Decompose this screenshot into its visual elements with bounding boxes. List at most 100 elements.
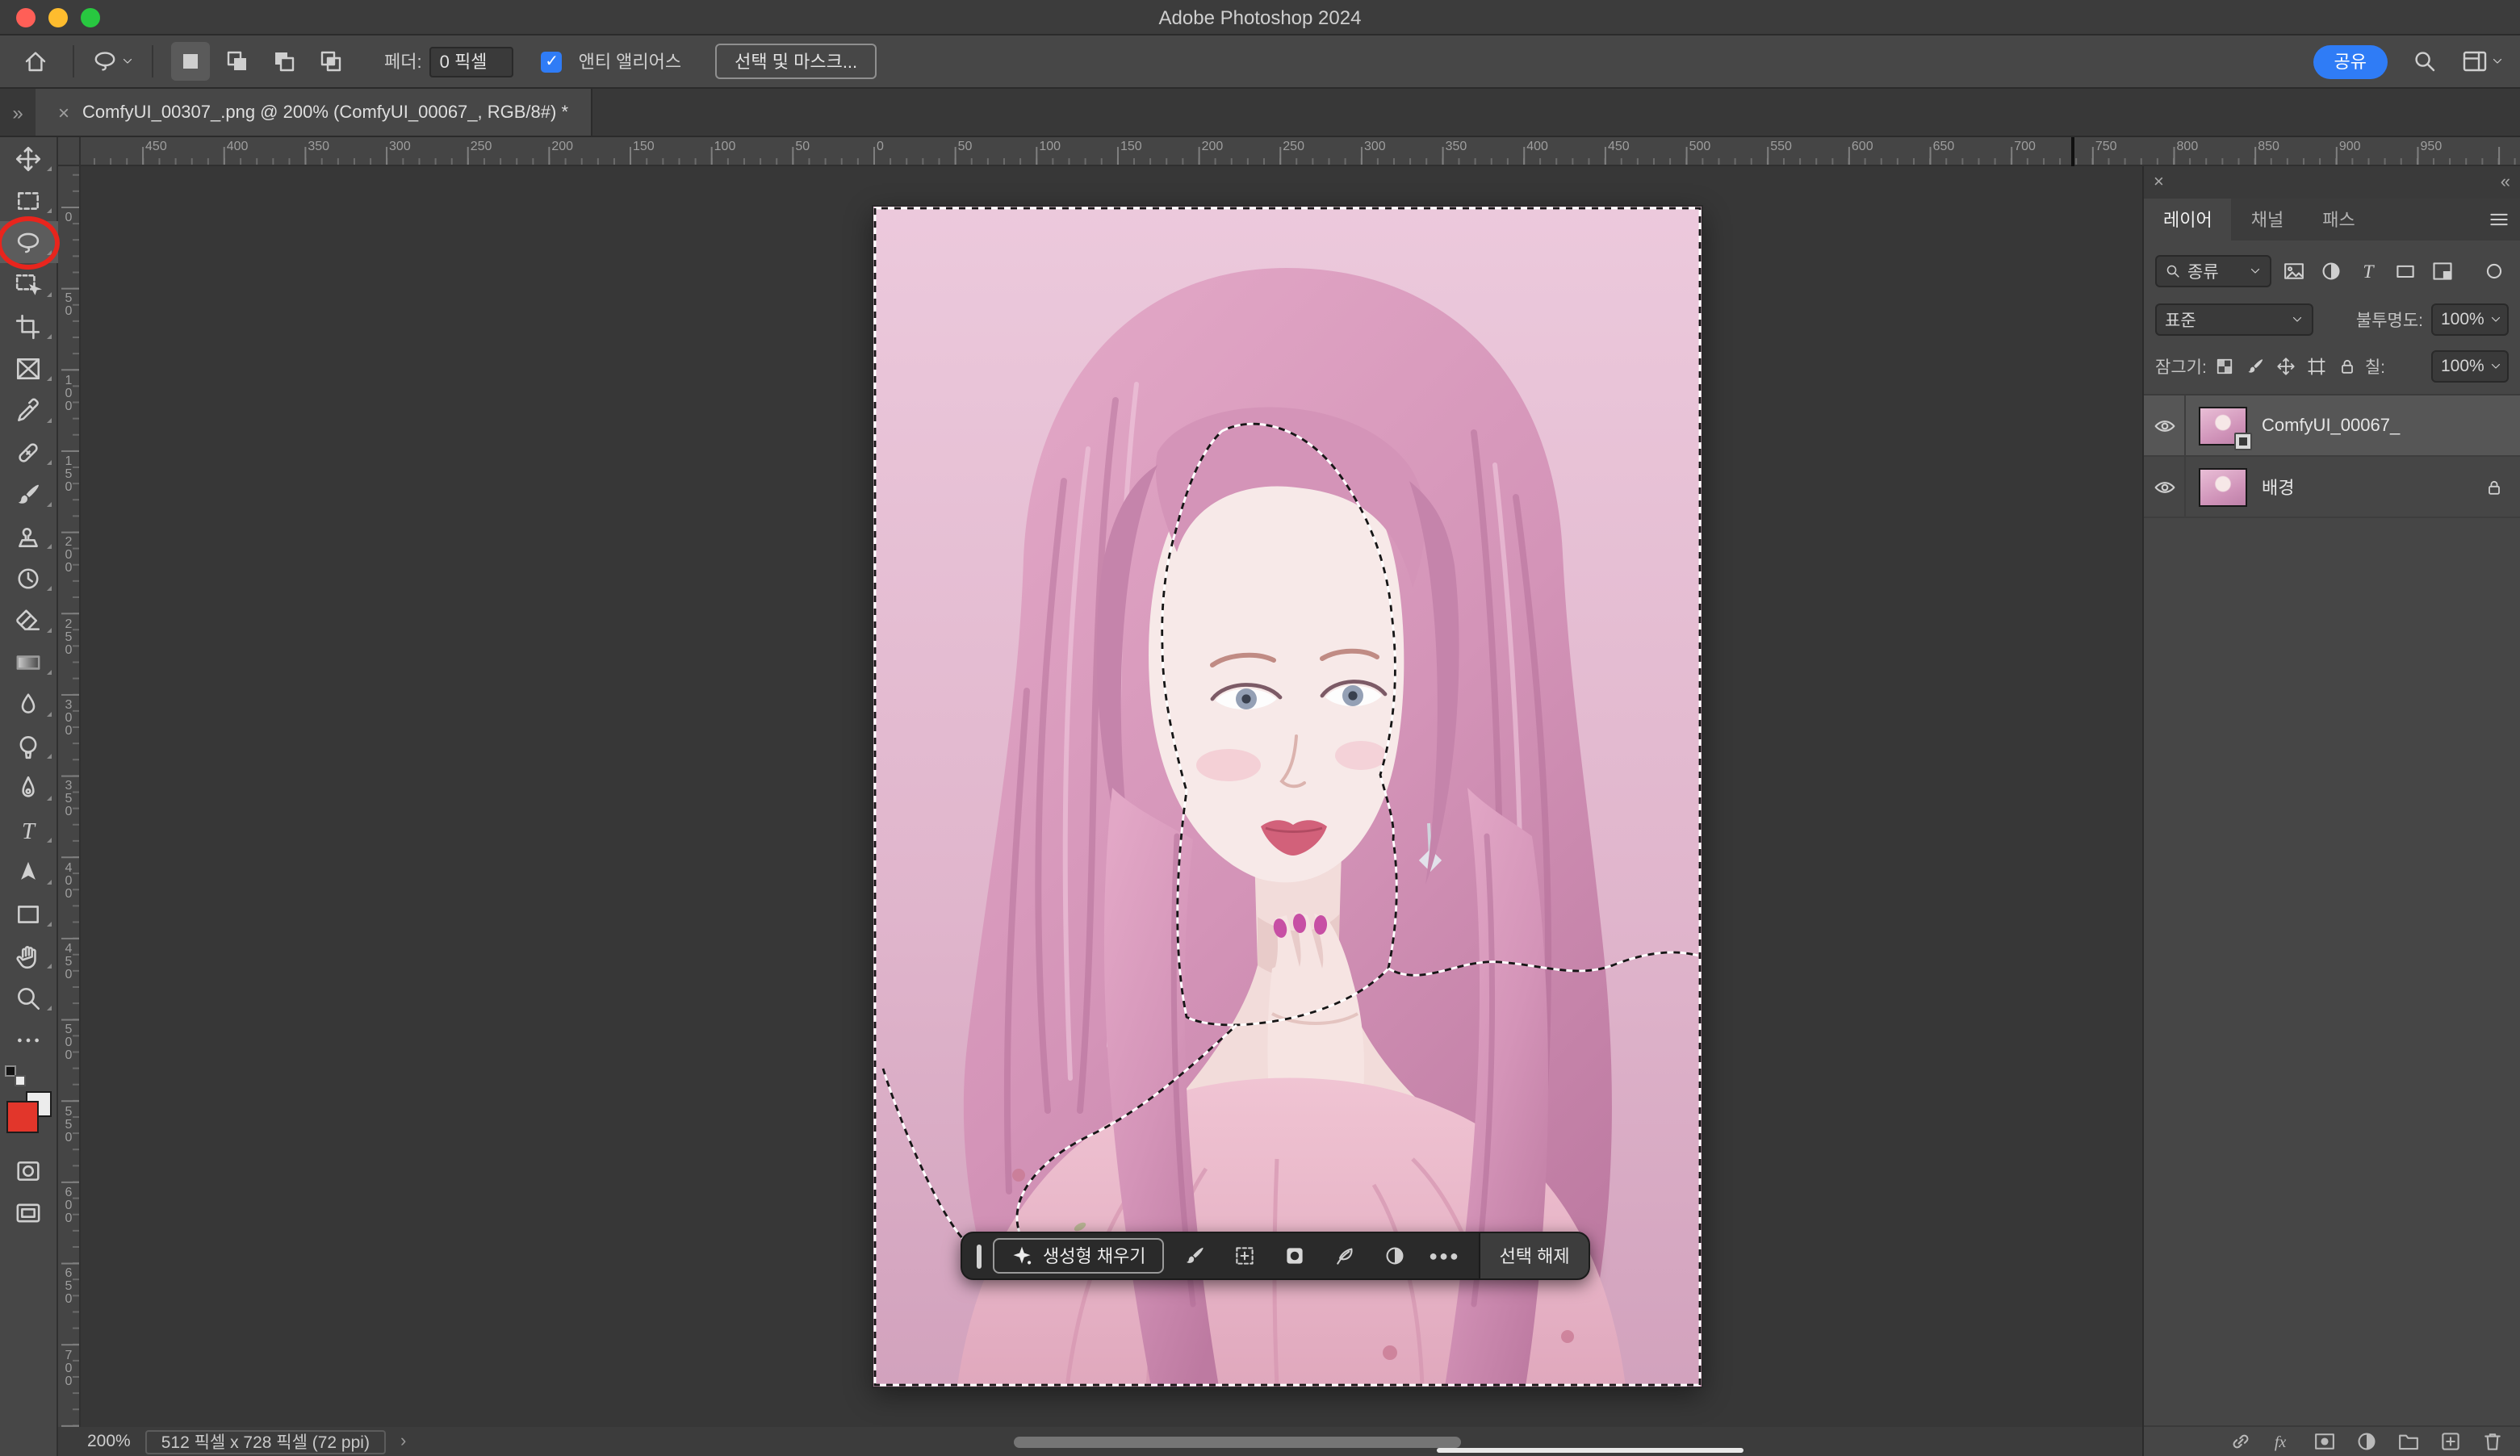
rectangular-marquee-tool[interactable]: [0, 179, 57, 221]
current-tool-preset-button[interactable]: [92, 42, 134, 81]
status-chevron-icon[interactable]: ›: [400, 1432, 406, 1451]
link-layers-button[interactable]: [2226, 1428, 2254, 1455]
layer-thumbnail[interactable]: [2199, 467, 2247, 506]
tab-paths[interactable]: 패스: [2303, 199, 2375, 241]
filter-toggle-button[interactable]: [2478, 256, 2509, 287]
layer-row-comfyui[interactable]: ComfyUI_00067_: [2144, 395, 2520, 457]
spot-healing-tool[interactable]: [0, 431, 57, 473]
horizontal-scrollbar[interactable]: [1014, 1437, 1461, 1448]
taskbar-drag-handle[interactable]: [977, 1244, 982, 1268]
zoom-tool[interactable]: [0, 977, 57, 1019]
blur-tool[interactable]: [0, 683, 57, 725]
pen-tool[interactable]: [0, 767, 57, 809]
invert-selection-button[interactable]: [1375, 1236, 1414, 1275]
color-swatches[interactable]: [0, 1065, 57, 1149]
generative-fill-button[interactable]: 생성형 채우기: [993, 1238, 1164, 1274]
hand-tool[interactable]: [0, 935, 57, 977]
lock-all-button[interactable]: [2334, 353, 2360, 380]
selection-mode-add-button[interactable]: [218, 42, 257, 81]
layer-name[interactable]: ComfyUI_00067_: [2262, 416, 2400, 435]
rectangle-tool[interactable]: [0, 893, 57, 935]
lock-position-button[interactable]: [2273, 353, 2299, 380]
feather-input[interactable]: 0 픽셀: [430, 46, 514, 77]
layer-row-background[interactable]: 배경: [2144, 457, 2520, 518]
workspace-switcher-button[interactable]: [2462, 42, 2504, 81]
selection-mode-new-button[interactable]: [171, 42, 210, 81]
select-and-mask-button[interactable]: 선택 및 마스크...: [715, 44, 877, 79]
panel-menu-button[interactable]: [2478, 199, 2520, 241]
quick-mask-button[interactable]: [0, 1149, 57, 1191]
zoom-level[interactable]: 200%: [87, 1432, 131, 1451]
share-button[interactable]: 공유: [2313, 44, 2388, 78]
panel-collapse-icon[interactable]: «: [2501, 173, 2510, 192]
fill-select[interactable]: 100%: [2431, 350, 2509, 383]
blend-mode-select[interactable]: 표준: [2155, 303, 2313, 336]
screen-mode-button[interactable]: [0, 1191, 57, 1233]
lasso-tool[interactable]: [0, 221, 57, 263]
eraser-tool[interactable]: [0, 599, 57, 641]
delete-layer-button[interactable]: [2478, 1428, 2505, 1455]
history-brush-tool[interactable]: [0, 557, 57, 599]
brush-selection-button[interactable]: [1175, 1236, 1214, 1275]
crop-tool[interactable]: [0, 305, 57, 347]
selection-mode-subtract-button[interactable]: [265, 42, 303, 81]
filter-adjustment-layers-button[interactable]: [2315, 256, 2346, 287]
filter-type-layers-button[interactable]: T: [2352, 256, 2383, 287]
tab-overflow-chevrons[interactable]: »: [0, 89, 36, 136]
clone-stamp-tool[interactable]: [0, 515, 57, 557]
lock-artboard-button[interactable]: [2304, 353, 2330, 380]
horizontal-ruler[interactable]: 4504003503002502001501005005010015020025…: [58, 137, 2520, 166]
close-window-button[interactable]: [16, 7, 36, 27]
frame-tool[interactable]: [0, 347, 57, 389]
minimize-window-button[interactable]: [48, 7, 68, 27]
antialias-checkbox[interactable]: ✓: [542, 51, 563, 72]
panel-close-icon[interactable]: ×: [2154, 173, 2164, 192]
new-adjustment-layer-button[interactable]: [2352, 1428, 2380, 1455]
tab-layers[interactable]: 레이어: [2144, 199, 2232, 241]
selection-mode-intersect-button[interactable]: [312, 42, 350, 81]
object-selection-tool[interactable]: [0, 263, 57, 305]
path-selection-tool[interactable]: [0, 851, 57, 893]
new-group-button[interactable]: [2394, 1428, 2422, 1455]
lock-pixels-button[interactable]: [2242, 353, 2268, 380]
gradient-tool[interactable]: [0, 641, 57, 683]
filter-kind-dropdown[interactable]: 종류: [2155, 255, 2271, 287]
document-canvas[interactable]: [873, 207, 1702, 1387]
layer-name[interactable]: 배경: [2262, 474, 2295, 500]
layer-thumbnail[interactable]: [2199, 406, 2247, 445]
visibility-toggle[interactable]: [2144, 457, 2186, 517]
brush-tool[interactable]: [0, 473, 57, 515]
canvas-area[interactable]: 생성형 채우기 ●●● 선택 해제: [81, 166, 2142, 1427]
eyedropper-tool[interactable]: [0, 389, 57, 431]
move-tool[interactable]: [0, 137, 57, 179]
tab-channels[interactable]: 채널: [2232, 199, 2304, 241]
vertical-ruler[interactable]: 0501001502002503003504004505005506006507…: [58, 166, 81, 1427]
default-colors-icon[interactable]: [4, 1065, 25, 1086]
foreground-color-swatch[interactable]: [6, 1101, 38, 1133]
home-button[interactable]: [16, 42, 55, 81]
modify-selection-button[interactable]: [1225, 1236, 1264, 1275]
opacity-select[interactable]: 100%: [2431, 303, 2509, 336]
filter-shape-layers-button[interactable]: [2389, 256, 2420, 287]
document-tab[interactable]: × ComfyUI_00307_.png @ 200% (ComfyUI_000…: [36, 89, 592, 136]
filter-smart-objects-button[interactable]: [2426, 256, 2457, 287]
layer-style-button[interactable]: fx: [2268, 1428, 2296, 1455]
add-layer-mask-button[interactable]: [2310, 1428, 2338, 1455]
document-info[interactable]: 512 픽셀 x 728 픽셀 (72 ppi): [145, 1429, 386, 1454]
create-mask-button[interactable]: [1275, 1236, 1314, 1275]
visibility-toggle[interactable]: [2144, 395, 2186, 455]
deselect-button[interactable]: 선택 해제: [1479, 1233, 1589, 1278]
more-options-button[interactable]: ●●●: [1425, 1236, 1464, 1275]
tab-close-icon[interactable]: ×: [58, 101, 69, 123]
feather-selection-button[interactable]: [1325, 1236, 1364, 1275]
lock-transparency-button[interactable]: [2212, 353, 2237, 380]
ruler-corner[interactable]: [58, 137, 81, 166]
search-button[interactable]: [2405, 42, 2444, 81]
type-tool[interactable]: T: [0, 809, 57, 851]
fullscreen-window-button[interactable]: [81, 7, 100, 27]
new-layer-button[interactable]: [2436, 1428, 2463, 1455]
filter-pixel-layers-button[interactable]: [2278, 256, 2309, 287]
more-tools-button[interactable]: [0, 1019, 57, 1061]
ruler-label: 250: [1283, 139, 1304, 153]
dodge-tool[interactable]: [0, 725, 57, 767]
